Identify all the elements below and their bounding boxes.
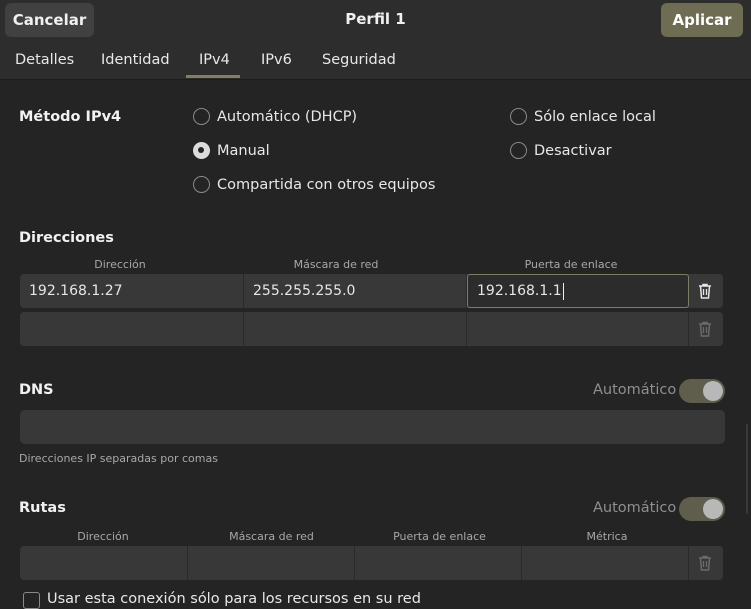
column-header-address: Dirección	[94, 258, 146, 271]
radio-manual[interactable]: Manual	[193, 142, 270, 159]
radio-shared[interactable]: Compartida con otros equipos	[193, 176, 435, 193]
radio-shared-label: Compartida con otros equipos	[217, 176, 436, 193]
text-cursor	[562, 282, 564, 300]
radio-button[interactable]	[510, 108, 527, 125]
routes-label: Rutas	[19, 500, 66, 516]
dialog-title: Perfil 1	[345, 10, 406, 28]
radio-dhcp[interactable]: Automático (DHCP)	[193, 108, 357, 125]
route-address-field[interactable]	[20, 546, 188, 580]
column-header-netmask: Máscara de red	[293, 258, 379, 271]
radio-button-selected[interactable]	[193, 142, 210, 159]
radio-link-local-label: Sólo enlace local	[534, 108, 656, 125]
column-header-route-netmask: Máscara de red	[229, 530, 314, 543]
method-label: Método IPv4	[19, 109, 122, 125]
tab-details[interactable]: Detalles	[15, 52, 74, 68]
routes-auto-switch[interactable]	[679, 497, 725, 521]
addresses-label: Direcciones	[19, 230, 114, 246]
tab-security[interactable]: Seguridad	[322, 52, 396, 68]
radio-manual-label: Manual	[217, 142, 270, 159]
tab-bar: Detalles Identidad IPv4 IPv6 Seguridad	[0, 40, 751, 80]
trash-icon[interactable]	[694, 280, 716, 302]
radio-disable-label: Desactivar	[534, 142, 612, 159]
radio-link-local[interactable]: Sólo enlace local	[510, 108, 656, 125]
gateway-value: 192.168.1.1	[477, 283, 562, 299]
dns-auto-label: Automático	[593, 382, 677, 398]
dns-auto-switch[interactable]	[679, 379, 725, 403]
netmask-field[interactable]	[244, 312, 467, 346]
switch-knob	[703, 381, 723, 401]
gateway-field[interactable]: 192.168.1.1	[467, 274, 689, 308]
address-field[interactable]	[20, 312, 244, 346]
dns-label: DNS	[19, 382, 54, 398]
routes-auto-label: Automático	[593, 500, 677, 516]
dns-input[interactable]	[20, 410, 725, 444]
route-metric-field[interactable]	[522, 546, 689, 580]
radio-button[interactable]	[510, 142, 527, 159]
trash-icon	[694, 552, 716, 574]
switch-knob	[703, 499, 723, 519]
dns-hint: Direcciones IP separadas por comas	[19, 452, 218, 465]
scrollbar[interactable]	[743, 79, 751, 605]
tab-ipv4[interactable]: IPv4	[199, 52, 230, 68]
trash-icon	[694, 318, 716, 340]
column-header-route-address: Dirección	[77, 530, 129, 543]
route-netmask-field[interactable]	[188, 546, 355, 580]
netmask-field[interactable]: 255.255.255.0	[244, 274, 467, 308]
apply-button[interactable]: Aplicar	[661, 3, 743, 37]
tab-identity[interactable]: Identidad	[101, 52, 170, 68]
active-tab-indicator	[186, 75, 240, 78]
column-header-route-gateway: Puerta de enlace	[393, 530, 486, 543]
radio-button[interactable]	[193, 176, 210, 193]
column-header-route-metric: Métrica	[586, 530, 628, 543]
only-resources-checkbox[interactable]	[23, 592, 40, 609]
radio-disable[interactable]: Desactivar	[510, 142, 612, 159]
gateway-field[interactable]	[467, 312, 689, 346]
address-row-empty	[20, 312, 723, 346]
address-row: 192.168.1.27 255.255.255.0 192.168.1.1	[20, 274, 723, 308]
scrollbar-thumb[interactable]	[746, 424, 748, 514]
radio-dhcp-label: Automático (DHCP)	[217, 108, 358, 125]
column-header-gateway: Puerta de enlace	[524, 258, 618, 271]
route-gateway-field[interactable]	[355, 546, 522, 580]
route-row	[20, 546, 723, 580]
radio-button[interactable]	[193, 108, 210, 125]
address-field[interactable]: 192.168.1.27	[20, 274, 244, 308]
tab-ipv6[interactable]: IPv6	[261, 52, 292, 68]
